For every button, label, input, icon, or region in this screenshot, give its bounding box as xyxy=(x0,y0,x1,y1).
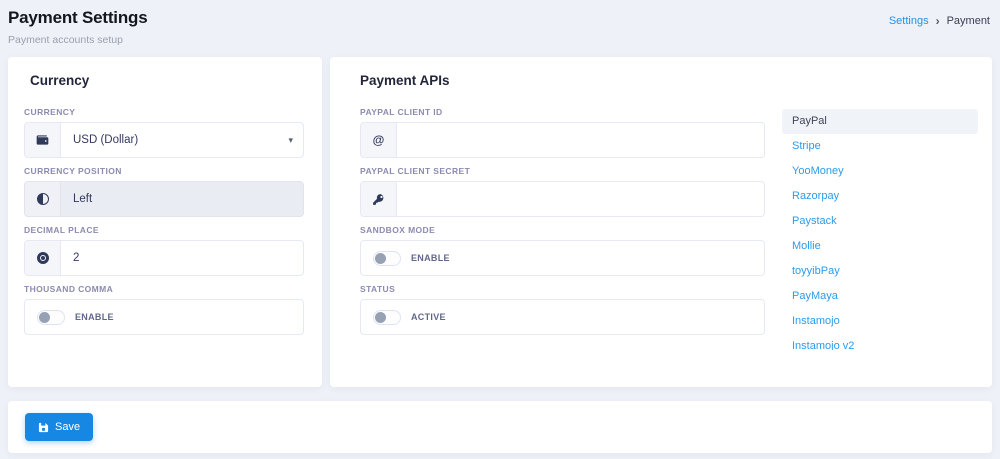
currency-card: Currency CURRENCY USD (Dollar) ▾ CURRENC… xyxy=(8,57,322,387)
floppy-save-icon xyxy=(38,422,49,433)
currency-position-input: Left xyxy=(24,181,304,217)
chevron-down-icon: ▾ xyxy=(288,135,293,146)
paypal-client-secret-group xyxy=(360,181,765,217)
status-toggle[interactable] xyxy=(373,310,401,325)
status-toggle-box: ACTIVE xyxy=(360,299,765,335)
save-button-label: Save xyxy=(55,421,80,433)
paypal-client-secret-input[interactable] xyxy=(397,192,764,206)
decimal-place-input-group xyxy=(24,240,304,276)
currency-select[interactable]: USD (Dollar) ▾ xyxy=(24,122,304,158)
paypal-client-id-group: @ xyxy=(360,122,765,158)
thousand-comma-toggle[interactable] xyxy=(37,310,65,325)
payment-apis-body: PAYPAL CLIENT ID @ PAYPAL CLIENT SECRET xyxy=(360,88,978,350)
payment-apis-heading: Payment APIs xyxy=(360,73,978,88)
provider-item-razorpay[interactable]: Razorpay xyxy=(782,184,978,209)
page-header: Payment Settings Payment accounts setup … xyxy=(0,0,1000,46)
thousand-comma-field: THOUSAND COMMA ENABLE xyxy=(24,284,304,335)
provider-item-mollie[interactable]: Mollie xyxy=(782,234,978,259)
thousand-comma-toggle-label: ENABLE xyxy=(75,312,114,322)
paypal-settings-form: PAYPAL CLIENT ID @ PAYPAL CLIENT SECRET xyxy=(360,88,765,335)
thousand-comma-label: THOUSAND COMMA xyxy=(24,284,304,294)
currency-position-field: CURRENCY POSITION Left xyxy=(24,166,304,217)
at-icon: @ xyxy=(361,123,397,157)
sandbox-mode-toggle[interactable] xyxy=(373,251,401,266)
currency-position-value: Left xyxy=(61,193,92,205)
provider-item-yoomoney[interactable]: YooMoney xyxy=(782,159,978,184)
decimal-place-field: DECIMAL PLACE xyxy=(24,225,304,276)
dot-circle-icon xyxy=(25,241,61,275)
adjust-half-circle-icon xyxy=(25,182,61,216)
provider-item-stripe[interactable]: Stripe xyxy=(782,134,978,159)
provider-item-paymaya[interactable]: PayMaya xyxy=(782,284,978,309)
paypal-client-id-input[interactable] xyxy=(397,133,764,147)
decimal-place-input[interactable] xyxy=(61,251,303,265)
provider-item-paypal[interactable]: PayPal xyxy=(782,109,978,134)
paypal-client-id-label: PAYPAL CLIENT ID xyxy=(360,107,765,117)
chevron-right-icon: › xyxy=(936,16,940,26)
paypal-client-secret-field: PAYPAL CLIENT SECRET xyxy=(360,166,765,217)
currency-position-label: CURRENCY POSITION xyxy=(24,166,304,176)
paypal-client-secret-label: PAYPAL CLIENT SECRET xyxy=(360,166,765,176)
sandbox-mode-toggle-label: ENABLE xyxy=(411,253,450,263)
provider-item-paystack[interactable]: Paystack xyxy=(782,209,978,234)
wallet-icon xyxy=(25,123,61,157)
cards-row: Currency CURRENCY USD (Dollar) ▾ CURRENC… xyxy=(8,57,992,387)
page-subtitle: Payment accounts setup xyxy=(8,34,147,46)
key-icon xyxy=(361,182,397,216)
status-field: STATUS ACTIVE xyxy=(360,284,765,335)
currency-field: CURRENCY USD (Dollar) ▾ xyxy=(24,107,304,158)
thousand-comma-toggle-box: ENABLE xyxy=(24,299,304,335)
currency-label: CURRENCY xyxy=(24,107,304,117)
breadcrumb: Settings › Payment xyxy=(889,8,990,27)
sandbox-mode-field: SANDBOX MODE ENABLE xyxy=(360,225,765,276)
currency-card-heading: Currency xyxy=(30,73,304,88)
status-toggle-label: ACTIVE xyxy=(411,312,446,322)
currency-select-value: USD (Dollar) xyxy=(61,134,138,146)
status-label: STATUS xyxy=(360,284,765,294)
paypal-client-id-field: PAYPAL CLIENT ID @ xyxy=(360,107,765,158)
provider-item-toyyibpay[interactable]: toyyibPay xyxy=(782,259,978,284)
provider-item-instamojo-v2[interactable]: Instamojo v2 xyxy=(782,334,978,350)
breadcrumb-current: Payment xyxy=(947,15,990,27)
breadcrumb-settings-link[interactable]: Settings xyxy=(889,15,929,27)
page-header-left: Payment Settings Payment accounts setup xyxy=(8,8,147,46)
page-title: Payment Settings xyxy=(8,8,147,28)
save-button[interactable]: Save xyxy=(25,413,93,441)
provider-nav: PayPal Stripe YooMoney Razorpay Paystack… xyxy=(782,109,978,350)
footer-bar: Save xyxy=(8,401,992,453)
payment-apis-card: Payment APIs PAYPAL CLIENT ID @ PAYPAL C… xyxy=(330,57,992,387)
provider-list[interactable]: PayPal Stripe YooMoney Razorpay Paystack… xyxy=(782,109,978,350)
sandbox-mode-toggle-box: ENABLE xyxy=(360,240,765,276)
provider-item-instamojo[interactable]: Instamojo xyxy=(782,309,978,334)
decimal-place-label: DECIMAL PLACE xyxy=(24,225,304,235)
sandbox-mode-label: SANDBOX MODE xyxy=(360,225,765,235)
